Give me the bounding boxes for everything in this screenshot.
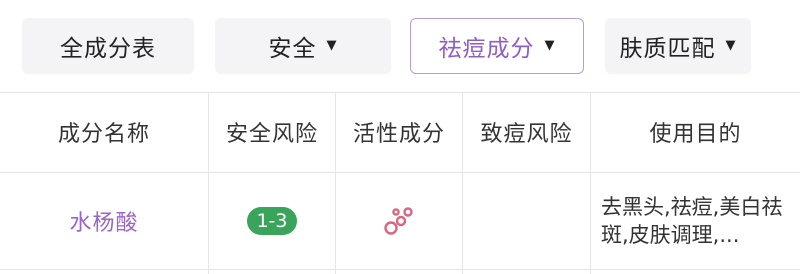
all-ingredients-label: 全成分表 (60, 36, 156, 62)
safety-dropdown-label: 安全 (268, 36, 317, 62)
ingredient-page: 全成分表 安全 ▼ 祛痘成分 ▼ 肤质匹配 ▼ 成分名称 安全风险 活性成分 致… (0, 0, 800, 274)
skin-match-dropdown[interactable]: 肤质匹配 ▼ (605, 18, 751, 74)
acne-ingredients-dropdown[interactable]: 祛痘成分 ▼ (410, 18, 584, 74)
ingredient-name-link[interactable]: 水杨酸 (69, 205, 138, 237)
row-divider (0, 269, 800, 270)
usage-purpose-cell: 去黑头,祛痘,美白祛斑,皮肤调理,... (591, 173, 800, 269)
acne-risk-cell (463, 173, 590, 269)
acne-ingredients-label: 祛痘成分 (438, 36, 535, 62)
header-usage-purpose: 使用目的 (649, 122, 742, 147)
active-ingredient-cell (336, 173, 462, 269)
safety-risk-badge: 1-3 (247, 207, 297, 235)
header-ingredient-name: 成分名称 (57, 122, 150, 147)
header-acne-risk: 致痘风险 (480, 122, 573, 147)
caret-down-icon: ▼ (326, 37, 338, 53)
caret-down-icon: ▼ (544, 37, 556, 53)
ingredient-table: 成分名称 安全风险 活性成分 致痘风险 使用目的 水杨酸 1-3 去黑头,祛痘,… (0, 92, 800, 274)
safety-risk-cell: 1-3 (209, 173, 335, 269)
safety-dropdown[interactable]: 安全 ▼ (215, 18, 391, 74)
molecule-icon (384, 207, 413, 235)
filter-bar: 全成分表 安全 ▼ 祛痘成分 ▼ 肤质匹配 ▼ (0, 0, 800, 92)
all-ingredients-button[interactable]: 全成分表 (22, 18, 194, 74)
caret-down-icon: ▼ (725, 37, 737, 53)
skin-match-label: 肤质匹配 (619, 36, 716, 62)
usage-purpose-text: 去黑头,祛痘,美白祛斑,皮肤调理,... (601, 195, 783, 247)
header-safety-risk: 安全风险 (225, 122, 318, 147)
ingredient-name-cell: 水杨酸 (0, 173, 208, 269)
header-active-ingredient: 活性成分 (352, 122, 445, 147)
